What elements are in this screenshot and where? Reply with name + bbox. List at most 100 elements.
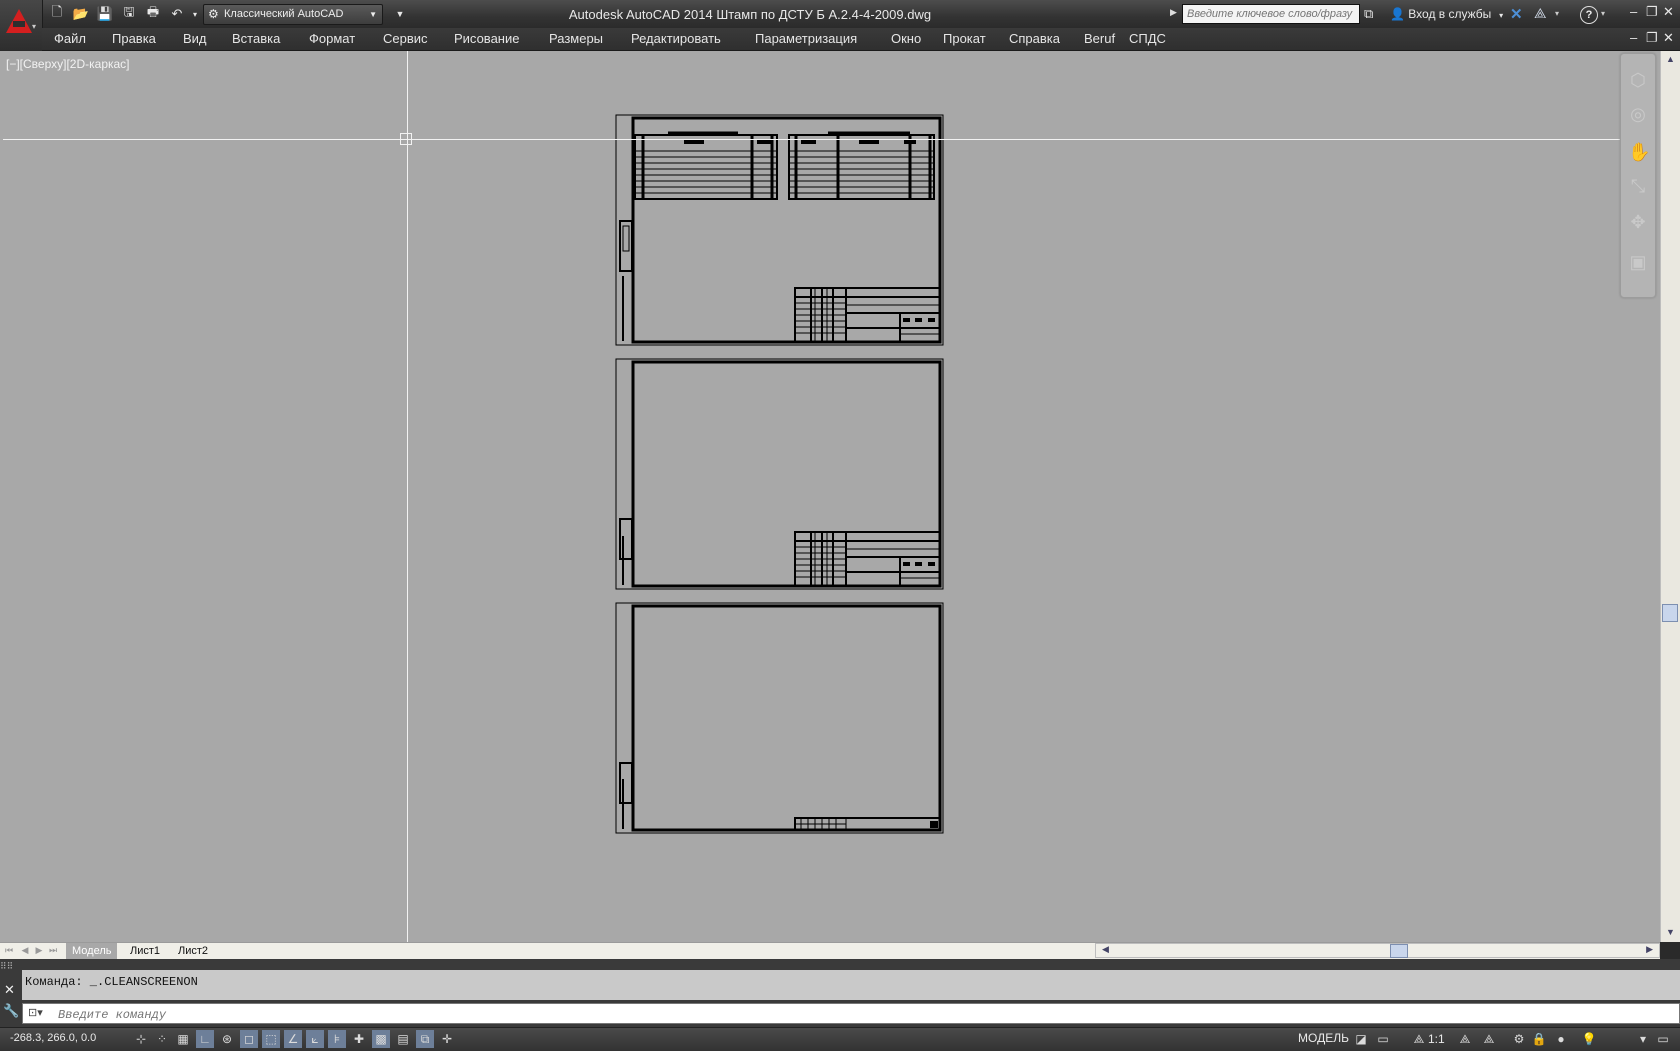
search-input[interactable]	[1182, 4, 1360, 24]
isolate-objects-icon[interactable]: 💡	[1580, 1030, 1598, 1048]
restore-document-icon[interactable]: ❐	[1646, 30, 1658, 46]
lock-icon[interactable]: 🔒	[1530, 1030, 1548, 1048]
restore-window-icon[interactable]: ❐	[1646, 4, 1658, 20]
menu-tools[interactable]: Сервис	[383, 31, 428, 46]
menu-modify[interactable]: Редактировать	[631, 31, 721, 46]
scroll-down-icon[interactable]: ▼	[1664, 926, 1677, 939]
menu-edit[interactable]: Правка	[112, 31, 156, 46]
close-icon[interactable]: ✕	[4, 982, 15, 998]
lineweight-icon[interactable]: ✚	[350, 1030, 368, 1048]
vertical-scroll-thumb[interactable]	[1662, 604, 1678, 622]
dynamic-ucs-icon[interactable]: ⟀	[306, 1030, 324, 1048]
vertical-scrollbar[interactable]: ▲ ▼	[1660, 51, 1680, 942]
wrench-icon[interactable]: 🔧	[3, 1003, 19, 1019]
polar-tracking-icon[interactable]: ⊛	[218, 1030, 236, 1048]
grip-handle-icon[interactable]: ⠿⠿	[0, 961, 22, 975]
new-file-icon[interactable]: 🗋	[48, 4, 66, 23]
search-expand-icon[interactable]: ▶	[1170, 7, 1177, 18]
auto-scale-icon[interactable]: ⟁	[1480, 1030, 1498, 1048]
drawing-area[interactable]: [−][Сверху][2D-каркас]	[0, 51, 1660, 942]
status-menu-icon[interactable]: ▾	[1634, 1030, 1652, 1048]
annotation-scale-icon[interactable]: ⟁	[1410, 1030, 1428, 1048]
menu-file[interactable]: Файл	[54, 31, 86, 46]
ortho-mode-icon[interactable]: ∟	[196, 1030, 214, 1048]
help-icon[interactable]: ?	[1580, 6, 1598, 24]
save-icon[interactable]: 💾	[96, 5, 114, 23]
clean-screen-icon[interactable]: ▭	[1654, 1030, 1672, 1048]
menu-parametric[interactable]: Параметризация	[755, 31, 857, 46]
command-input[interactable]	[56, 1004, 1660, 1025]
quick-view-drawings-icon[interactable]: ▭	[1374, 1030, 1392, 1048]
undo-dropdown-icon[interactable]: ▾	[186, 5, 204, 23]
horizontal-scroll-thumb[interactable]	[1390, 944, 1408, 958]
tab-model[interactable]: Модель	[66, 943, 118, 959]
horizontal-scrollbar[interactable]: ◀ ▶	[1095, 943, 1660, 958]
orbit-icon[interactable]: ✥	[1628, 212, 1648, 232]
scroll-right-icon[interactable]: ▶	[1646, 944, 1653, 955]
print-icon[interactable]: 🖶	[144, 4, 162, 23]
object-snap-icon[interactable]: ◻	[240, 1030, 258, 1048]
selection-cycling-icon[interactable]: ⧉	[416, 1030, 434, 1048]
quick-view-layouts-icon[interactable]: ◪	[1352, 1030, 1370, 1048]
tab-sheet1[interactable]: Лист1	[124, 943, 166, 959]
a360-icon[interactable]: ⟁	[1534, 5, 1547, 22]
infer-constraints-icon[interactable]: ⊹	[132, 1030, 150, 1048]
workspace-switching-icon[interactable]: ⚙	[1510, 1030, 1528, 1048]
chevron-down-icon: ▼	[369, 10, 377, 19]
annotation-monitor-icon[interactable]: ✛	[438, 1030, 456, 1048]
sign-in-button[interactable]: 👤 Вход в службы ▾	[1390, 7, 1503, 21]
minimize-window-icon[interactable]: –	[1630, 4, 1637, 19]
menu-dimension[interactable]: Размеры	[549, 31, 603, 46]
viewport-controls-label[interactable]: [−][Сверху][2D-каркас]	[6, 57, 130, 71]
menu-window[interactable]: Окно	[891, 31, 921, 46]
customize-toolbar-icon[interactable]: ▼	[391, 5, 409, 23]
binoculars-icon[interactable]: ⧉	[1364, 6, 1373, 22]
quick-properties-icon[interactable]: ▤	[394, 1030, 412, 1048]
exchange-apps-icon[interactable]: ✕	[1510, 5, 1523, 23]
view-cube-icon[interactable]: ⬡	[1628, 70, 1648, 90]
last-tab-icon[interactable]: ⏭	[48, 945, 58, 957]
menu-beruf[interactable]: Beruf	[1084, 31, 1115, 46]
menu-format[interactable]: Формат	[309, 31, 355, 46]
scroll-up-icon[interactable]: ▲	[1664, 53, 1677, 66]
tab-sheet2[interactable]: Лист2	[172, 943, 214, 959]
menu-insert[interactable]: Вставка	[232, 31, 280, 46]
next-tab-icon[interactable]: ▶	[34, 945, 44, 957]
menu-view[interactable]: Вид	[183, 31, 207, 46]
open-file-icon[interactable]: 📂	[72, 5, 90, 23]
close-document-icon[interactable]: ✕	[1663, 30, 1674, 46]
annotation-scale-value[interactable]: 1:1	[1428, 1032, 1445, 1046]
snap-mode-icon[interactable]: ⁘	[153, 1030, 171, 1048]
3d-object-snap-icon[interactable]: ⬚	[262, 1030, 280, 1048]
command-prompt-icon[interactable]: ⊡▾	[28, 1006, 43, 1019]
minimize-document-icon[interactable]: –	[1630, 30, 1637, 45]
model-space-button[interactable]: МОДЕЛЬ	[1298, 1031, 1349, 1045]
workspace-select[interactable]: ⚙ Классический AutoCAD ▼	[203, 4, 383, 25]
prev-tab-icon[interactable]: ◀	[20, 945, 30, 957]
steering-wheel-icon[interactable]: ◎	[1628, 104, 1648, 124]
showmotion-icon[interactable]: ▣	[1628, 252, 1648, 272]
coordinates-readout[interactable]: -268.3, 266.0, 0.0	[10, 1032, 96, 1044]
first-tab-icon[interactable]: ⏮	[4, 945, 14, 957]
grid-display-icon[interactable]: ▦	[174, 1030, 192, 1048]
close-window-icon[interactable]: ✕	[1663, 4, 1674, 20]
transparency-icon[interactable]: ▩	[372, 1030, 390, 1048]
menu-draw[interactable]: Рисование	[454, 31, 519, 46]
application-menu-button[interactable]: ▾	[0, 0, 43, 50]
save-as-icon[interactable]: 🖫	[120, 4, 138, 23]
object-snap-tracking-icon[interactable]: ∠	[284, 1030, 302, 1048]
hardware-acceleration-icon[interactable]: ●	[1552, 1030, 1570, 1048]
menu-help[interactable]: Справка	[1009, 31, 1060, 46]
logo-notch	[13, 21, 25, 27]
scroll-left-icon[interactable]: ◀	[1102, 944, 1109, 955]
zoom-icon[interactable]: ⤡	[1628, 176, 1648, 196]
chevron-down-icon[interactable]: ▾	[1555, 9, 1559, 18]
pan-hand-icon[interactable]: ✋	[1628, 142, 1650, 162]
command-history: Команда: _.CLEANSCREENON	[22, 970, 1680, 1000]
dynamic-input-icon[interactable]: ⊧	[328, 1030, 346, 1048]
undo-icon[interactable]: ↶	[168, 5, 186, 23]
menu-spds[interactable]: СПДС	[1129, 31, 1166, 46]
annotation-visibility-icon[interactable]: ⟁	[1456, 1030, 1474, 1048]
menu-rolling[interactable]: Прокат	[943, 31, 986, 46]
chevron-down-icon[interactable]: ▾	[1601, 9, 1605, 18]
